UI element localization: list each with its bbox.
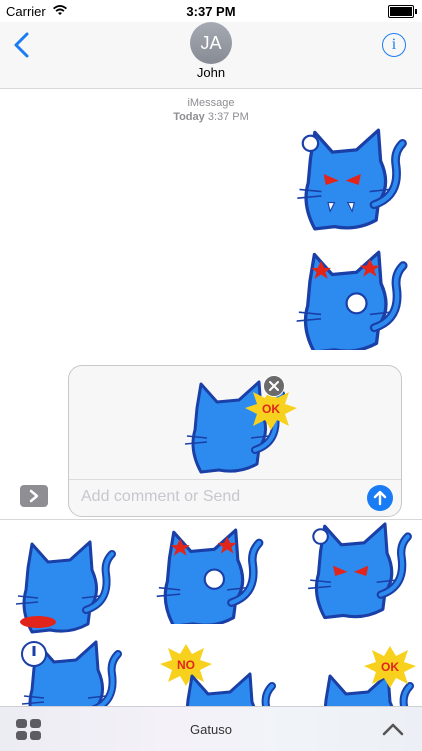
status-bar: Carrier 3:37 PM (0, 0, 422, 22)
drawer-sticker-no-cat[interactable]: NO (160, 642, 278, 707)
app-drawer-bar: Gatuso (0, 706, 422, 751)
service-label: iMessage (187, 97, 235, 109)
sticker-drawer: NO OK (0, 519, 422, 707)
avatar[interactable]: JA (190, 22, 232, 64)
sticker-badge-text: NO (177, 658, 195, 672)
remove-sticker-icon[interactable] (263, 375, 285, 397)
staged-sticker-ok-cat: OK (179, 380, 297, 480)
timestamp-day: Today (173, 111, 205, 123)
drawer-sticker-tongue-cat[interactable] (10, 540, 128, 634)
back-chevron-icon[interactable] (10, 30, 34, 60)
drawer-sticker-angry-cat[interactable] (300, 522, 418, 630)
contact-name[interactable]: John (0, 65, 422, 80)
conversation-header: JA John i (0, 22, 422, 89)
sticker-badge-text: OK (262, 402, 280, 416)
info-icon[interactable]: i (382, 33, 406, 57)
expand-compose-button[interactable] (20, 485, 48, 507)
clock: 3:37 PM (186, 4, 236, 19)
compose-box[interactable]: OK Add comment or Send (68, 365, 402, 517)
drawer-sticker-ok-cat[interactable]: OK (308, 644, 420, 707)
timestamp-time: 3:37 PM (207, 111, 249, 123)
sent-sticker-dizzy-cat[interactable] (290, 250, 412, 350)
conversation-meta: iMessage Today 3:37 PM (0, 96, 422, 124)
app-name: Gatuso (190, 722, 232, 737)
send-button[interactable] (367, 485, 393, 511)
sticker-badge-text: OK (381, 660, 399, 674)
chevron-up-icon[interactable] (382, 721, 404, 737)
drawer-sticker-dizzy-cat[interactable] (150, 528, 268, 624)
compose-divider (69, 479, 401, 480)
message-input[interactable]: Add comment or Send (81, 488, 240, 506)
sent-sticker-angry-cat[interactable] (290, 128, 412, 242)
battery-icon (388, 5, 417, 18)
timestamp: Today 3:37 PM (0, 110, 422, 124)
drawer-sticker-surprised-cat[interactable] (12, 640, 130, 707)
